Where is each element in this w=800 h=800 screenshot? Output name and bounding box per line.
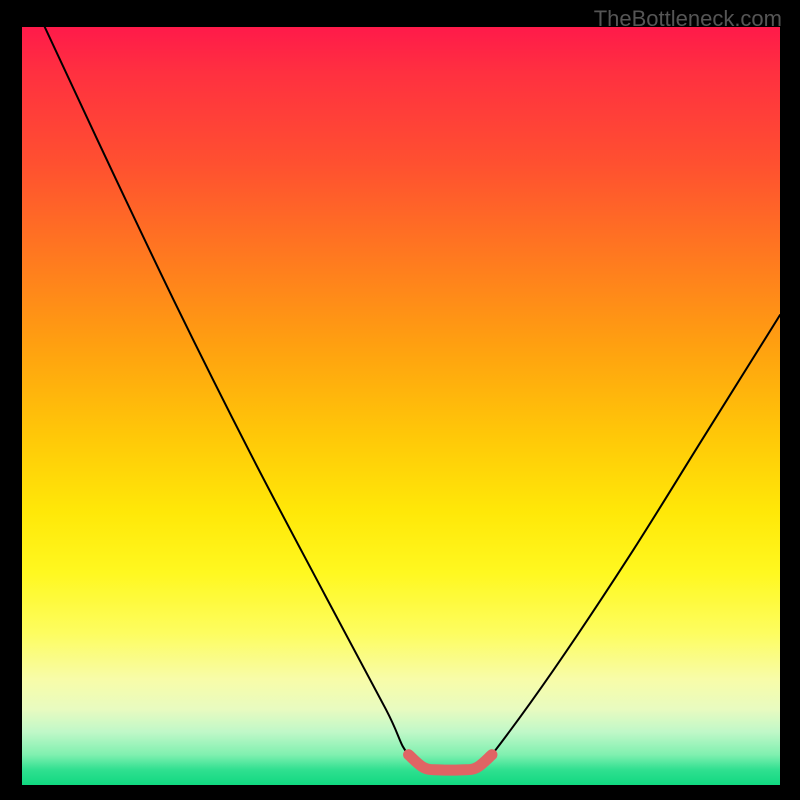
bottleneck-curve-line: [45, 27, 780, 772]
plot-area: [22, 27, 780, 785]
watermark-text: TheBottleneck.com: [594, 6, 782, 32]
chart-svg: [22, 27, 780, 785]
highlight-segment: [409, 755, 492, 770]
